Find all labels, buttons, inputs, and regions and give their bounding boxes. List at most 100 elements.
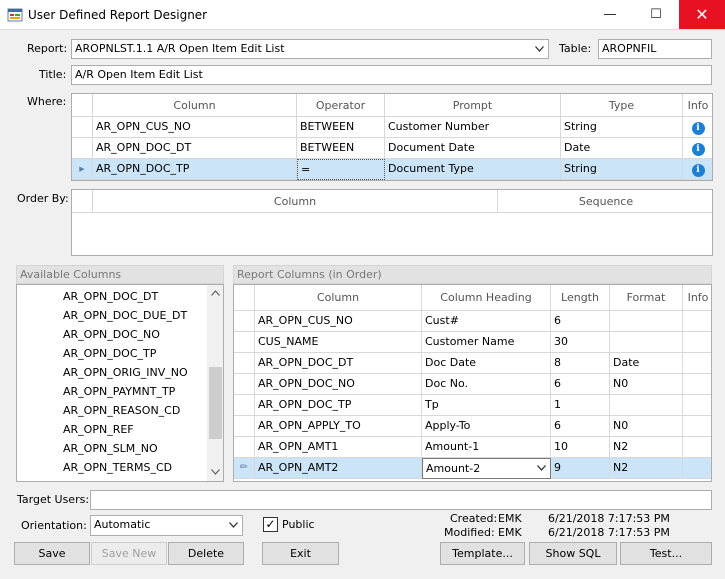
public-checkbox[interactable]: ✓	[263, 517, 278, 532]
table-cell[interactable]: AR_OPN_DOC_DT	[255, 353, 422, 374]
table-cell[interactable]	[610, 332, 683, 353]
table-cell[interactable]: AR_OPN_AMT1	[255, 437, 422, 458]
info-icon[interactable]: i	[691, 143, 705, 156]
where-col-prompt[interactable]: Prompt	[385, 94, 561, 117]
order-col-sequence[interactable]: Sequence	[498, 190, 712, 213]
list-item[interactable]: AR_OPN_REASON_CD	[63, 404, 180, 418]
table-cell[interactable]: AR_OPN_CUS_NO	[93, 117, 297, 138]
table-cell[interactable]	[683, 437, 711, 458]
show-sql-button[interactable]: Show SQL	[529, 542, 617, 565]
report-columns-grid[interactable]: Column Column Heading Length Format Info…	[233, 284, 712, 482]
table-cell[interactable]: Tp	[422, 395, 551, 416]
table-cell[interactable]: 30	[551, 332, 610, 353]
list-item[interactable]: AR_OPN_DOC_TP	[63, 347, 156, 361]
rc-col-heading[interactable]: Column Heading	[422, 285, 551, 311]
table-cell[interactable]: BETWEEN	[297, 117, 385, 138]
list-item[interactable]: AR_OPN_DOC_DT	[63, 290, 158, 304]
row-header[interactable]	[234, 416, 255, 437]
info-icon[interactable]: i	[691, 164, 705, 177]
info-cell[interactable]: i	[683, 117, 712, 138]
maximize-button[interactable]: ☐	[633, 0, 679, 29]
table-cell[interactable]: Document Date	[385, 138, 561, 159]
where-col-info[interactable]: Info	[683, 94, 712, 117]
table-cell[interactable]: Document Type	[385, 159, 561, 180]
rc-col-column[interactable]: Column	[255, 285, 422, 311]
table-cell[interactable]: 6	[551, 311, 610, 332]
table-cell[interactable]: Customer Name	[422, 332, 551, 353]
where-grid[interactable]: Column Operator Prompt Type Info AR_OPN_…	[71, 93, 713, 181]
rc-col-format[interactable]: Format	[610, 285, 683, 311]
rc-col-info[interactable]: Info	[683, 285, 711, 311]
list-item[interactable]: AR_OPN_SLM_NO	[63, 442, 158, 456]
table-cell[interactable]: N2	[610, 437, 683, 458]
target-users-field[interactable]	[90, 490, 712, 510]
table-cell[interactable]: String	[561, 159, 683, 180]
table-cell[interactable]: AR_OPN_AMT2	[255, 458, 422, 479]
exit-button[interactable]: Exit	[262, 542, 339, 565]
where-col-operator[interactable]: Operator	[297, 94, 385, 117]
info-icon[interactable]: i	[691, 122, 705, 135]
table-cell[interactable]: 10	[551, 437, 610, 458]
save-new-button[interactable]: Save New	[91, 542, 167, 565]
row-header[interactable]	[72, 138, 93, 159]
table-cell[interactable]: AR_OPN_DOC_TP	[255, 395, 422, 416]
chevron-down-icon[interactable]	[534, 460, 548, 476]
orientation-combo[interactable]: Automatic	[90, 515, 243, 536]
table-cell[interactable]: AR_OPN_CUS_NO	[255, 311, 422, 332]
list-item[interactable]: AR_OPN_PAYMNT_TP	[63, 385, 175, 399]
table-cell[interactable]: Amount-1	[422, 437, 551, 458]
list-item[interactable]: AR_OPN_ORIG_INV_NO	[63, 366, 188, 380]
table-cell[interactable]: Apply-To	[422, 416, 551, 437]
table-field[interactable]: AROPNFIL	[598, 39, 712, 59]
template-button[interactable]: Template...	[440, 542, 525, 565]
table-cell[interactable]: Customer Number	[385, 117, 561, 138]
list-item[interactable]: AR_OPN_REF	[63, 423, 134, 437]
table-cell[interactable]: String	[561, 117, 683, 138]
table-cell[interactable]: AR_OPN_DOC_NO	[255, 374, 422, 395]
where-col-column[interactable]: Column	[93, 94, 297, 117]
table-cell[interactable]: 6	[551, 416, 610, 437]
heading-edit-combo[interactable]: Amount-2	[422, 458, 551, 479]
rc-col-length[interactable]: Length	[551, 285, 610, 311]
table-cell[interactable]: Date	[561, 138, 683, 159]
edit-pencil-icon[interactable]: ✏	[234, 458, 255, 479]
table-cell[interactable]: AR_OPN_DOC_DT	[93, 138, 297, 159]
table-cell[interactable]	[610, 311, 683, 332]
report-combo[interactable]: AROPNLST.1.1 A/R Open Item Edit List	[71, 39, 549, 59]
table-cell[interactable]	[683, 458, 711, 479]
table-cell[interactable]: AR_OPN_DOC_TP	[93, 159, 297, 180]
where-col-type[interactable]: Type	[561, 94, 683, 117]
row-header[interactable]	[234, 437, 255, 458]
table-cell[interactable]: Date	[610, 353, 683, 374]
table-cell[interactable]	[683, 374, 711, 395]
table-cell[interactable]: =	[297, 159, 385, 180]
table-cell[interactable]: 1	[551, 395, 610, 416]
row-header[interactable]	[234, 374, 255, 395]
save-button[interactable]: Save	[14, 542, 90, 565]
list-item[interactable]: AR_OPN_TERMS_CD	[63, 461, 172, 475]
table-cell[interactable]	[683, 311, 711, 332]
list-item[interactable]: AR_OPN_DOC_NO	[63, 328, 160, 342]
table-cell[interactable]: AR_OPN_APPLY_TO	[255, 416, 422, 437]
vertical-scrollbar[interactable]	[207, 285, 223, 481]
title-field[interactable]: A/R Open Item Edit List	[71, 65, 712, 85]
row-header[interactable]	[72, 117, 93, 138]
test-button[interactable]: Test...	[620, 542, 712, 565]
current-row-arrow-icon[interactable]: ▶	[72, 159, 93, 180]
table-cell[interactable]: 8	[551, 353, 610, 374]
table-cell[interactable]: Doc No.	[422, 374, 551, 395]
table-cell[interactable]: N0	[610, 374, 683, 395]
available-columns-list[interactable]: AR_OPN_DOC_DT AR_OPN_DOC_DUE_DT AR_OPN_D…	[16, 284, 224, 482]
row-header[interactable]	[234, 332, 255, 353]
table-cell[interactable]: Cust#	[422, 311, 551, 332]
order-col-column[interactable]: Column	[93, 190, 498, 213]
table-cell[interactable]: 6	[551, 374, 610, 395]
scroll-thumb[interactable]	[209, 367, 222, 439]
chevron-down-icon[interactable]	[226, 517, 240, 533]
table-cell[interactable]	[683, 332, 711, 353]
minimize-button[interactable]: —	[587, 0, 633, 29]
table-cell[interactable]	[610, 395, 683, 416]
info-cell[interactable]: i	[683, 159, 712, 180]
row-header[interactable]	[234, 311, 255, 332]
list-item[interactable]: AR_OPN_DOC_DUE_DT	[63, 309, 187, 323]
